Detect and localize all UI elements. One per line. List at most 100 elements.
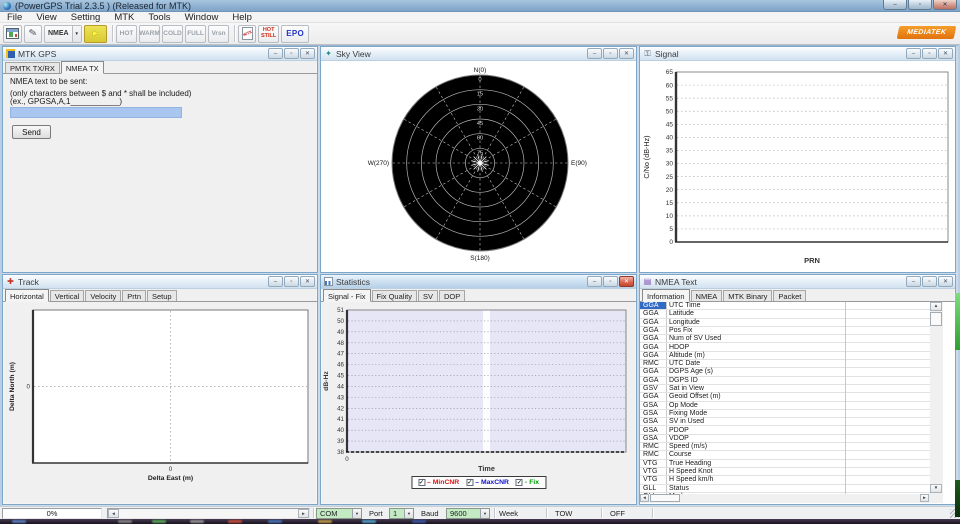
nmea-row[interactable]: GGADGPS Age (s) <box>640 368 930 376</box>
dropdown-arrow-icon[interactable]: ▼ <box>72 26 81 42</box>
scroll-right-button[interactable]: ► <box>298 509 309 518</box>
track-tab-vertical[interactable]: Vertical <box>50 290 85 301</box>
dropdown-arrow-icon[interactable]: ▼ <box>352 509 361 518</box>
close-button[interactable]: ✕ <box>933 0 957 10</box>
menu-item-view[interactable]: View <box>29 12 63 23</box>
com-port-select[interactable]: COM ▼ <box>316 508 362 519</box>
nmea-row[interactable]: GGADGPS ID <box>640 377 930 385</box>
statistics-close-button[interactable]: ✕ <box>619 276 634 287</box>
nmea-row[interactable]: RMCCourse <box>640 451 930 459</box>
toolbar-vrsn-button[interactable]: Vrsn <box>208 25 229 43</box>
track-restore-button[interactable]: ▫ <box>284 276 299 287</box>
menu-item-mtk[interactable]: MTK <box>107 12 141 23</box>
legend-checkbox[interactable]: ✓ <box>418 479 425 486</box>
nmea-text-tab-nmea[interactable]: NMEA <box>691 290 723 301</box>
scrollbar-thumb[interactable] <box>650 494 680 502</box>
track-close-button[interactable]: ✕ <box>300 276 315 287</box>
signal-titlebar[interactable]: ⚿ Signal –▫✕ <box>640 47 955 61</box>
connect-button[interactable]: ✎ <box>24 25 42 43</box>
scroll-left-icon[interactable]: ◄ <box>640 494 649 502</box>
sky-view-restore-button[interactable]: ▫ <box>603 48 618 59</box>
horizontal-scrollbar[interactable]: ◄► <box>640 494 930 503</box>
pmtk-file-button[interactable]: PMTK <box>238 25 256 43</box>
scroll-left-button[interactable]: ◄ <box>108 509 119 518</box>
nmea-row[interactable]: GSAVDOP <box>640 435 930 443</box>
nmea-text-tab-mtk-binary[interactable]: MTK Binary <box>723 290 772 301</box>
statistics-tab-sv[interactable]: SV <box>418 290 438 301</box>
minimize-button[interactable]: – <box>883 0 907 10</box>
nmea-row[interactable]: GLLStatus <box>640 485 930 493</box>
mtk-gps-tab-pmtk-tx-rx[interactable]: PMTK TX/RX <box>5 62 60 73</box>
nmea-text-tab-packet[interactable]: Packet <box>773 290 806 301</box>
mtk-gps-titlebar[interactable]: MTK GPS –▫✕ <box>3 47 317 61</box>
nmea-row[interactable]: RMCUTC Date <box>640 360 930 368</box>
nmea-text-input[interactable] <box>10 107 182 118</box>
sky-view-close-button[interactable]: ✕ <box>619 48 634 59</box>
send-button[interactable]: Send <box>12 125 51 139</box>
nmea-text-restore-button[interactable]: ▫ <box>922 276 937 287</box>
nmea-row[interactable]: RMCSpeed (m/s) <box>640 443 930 451</box>
mtk-gps-close-button[interactable]: ✕ <box>300 48 315 59</box>
nmea-row[interactable]: VTGTrue Heading <box>640 460 930 468</box>
nmea-text-tab-information[interactable]: Information <box>642 289 690 302</box>
nmea-row[interactable]: GGALongitude <box>640 319 930 327</box>
mtk-gps-tab-nmea-tx[interactable]: NMEA TX <box>61 61 104 74</box>
nmea-row[interactable]: GGAUTC Time <box>640 302 930 310</box>
toolbar-cold-button[interactable]: COLD <box>162 25 183 43</box>
track-minimize-button[interactable]: – <box>268 276 283 287</box>
port-number-select[interactable]: 1 ▼ <box>389 508 414 519</box>
toolbar-full-button[interactable]: FULL <box>185 25 206 43</box>
menu-item-file[interactable]: File <box>0 12 29 23</box>
statistics-tab-dop[interactable]: DOP <box>439 290 465 301</box>
track-titlebar[interactable]: ✚ Track –▫✕ <box>3 275 317 289</box>
scroll-down-icon[interactable]: ▼ <box>930 484 942 493</box>
epo-button[interactable]: EPO <box>281 25 309 43</box>
nmea-row[interactable]: GSAFixing Mode <box>640 410 930 418</box>
mtk-gps-minimize-button[interactable]: – <box>268 48 283 59</box>
dropdown-arrow-icon[interactable]: ▼ <box>404 509 413 518</box>
toolbar-warm-button[interactable]: WARM <box>139 25 160 43</box>
legend-checkbox[interactable]: ✓ <box>466 479 473 486</box>
statistics-titlebar[interactable]: Statistics –▫✕ <box>321 275 636 289</box>
nmea-row[interactable]: VTGH Speed km/h <box>640 476 930 484</box>
scroll-right-icon[interactable]: ► <box>920 494 929 502</box>
menu-item-window[interactable]: Window <box>178 12 226 23</box>
hot-still-button[interactable]: HOTSTILL <box>258 25 279 43</box>
scroll-up-icon[interactable]: ▲ <box>930 302 942 311</box>
protocol-select[interactable]: NMEA ▼ <box>44 25 82 43</box>
nmea-row[interactable]: GGAGeoid Offset (m) <box>640 393 930 401</box>
sky-view-titlebar[interactable]: ✦ Sky View –▫✕ <box>321 47 636 61</box>
legend-checkbox[interactable]: ✓ <box>516 479 523 486</box>
nmea-row[interactable]: GSVSat in View <box>640 385 930 393</box>
nmea-field-table[interactable]: GGAUTC TimeGGALatitudeGGALongitudeGGAPos… <box>640 302 930 494</box>
statistics-tab-signal-fix[interactable]: Signal - Fix <box>323 289 371 302</box>
nmea-text-minimize-button[interactable]: – <box>906 276 921 287</box>
nmea-row[interactable]: VTGH Speed Knot <box>640 468 930 476</box>
statistics-minimize-button[interactable]: – <box>587 276 602 287</box>
send-command-button[interactable]: ► <box>84 25 107 43</box>
dropdown-arrow-icon[interactable]: ▼ <box>480 509 489 518</box>
sky-view-minimize-button[interactable]: – <box>587 48 602 59</box>
scrollbar-thumb[interactable] <box>930 312 942 326</box>
menu-item-setting[interactable]: Setting <box>64 12 108 23</box>
view-windows-button[interactable] <box>3 25 22 43</box>
track-tab-horizontal[interactable]: Horizontal <box>5 289 49 302</box>
nmea-row[interactable]: GGANum of SV Used <box>640 335 930 343</box>
signal-restore-button[interactable]: ▫ <box>922 48 937 59</box>
status-scrollbar[interactable]: ◄ ► <box>107 508 310 519</box>
menu-item-help[interactable]: Help <box>225 12 259 23</box>
nmea-text-close-button[interactable]: ✕ <box>938 276 953 287</box>
track-tab-velocity[interactable]: Velocity <box>85 290 121 301</box>
nmea-row[interactable]: GGAPos Fix <box>640 327 930 335</box>
signal-close-button[interactable]: ✕ <box>938 48 953 59</box>
nmea-row[interactable]: GGAAltitude (m) <box>640 352 930 360</box>
vertical-scrollbar[interactable]: ▲▼ <box>930 302 943 494</box>
maximize-button[interactable]: ▫ <box>908 0 932 10</box>
statistics-restore-button[interactable]: ▫ <box>603 276 618 287</box>
nmea-row[interactable]: GGALatitude <box>640 310 930 318</box>
statistics-tab-fix-quality[interactable]: Fix Quality <box>372 290 417 301</box>
baud-rate-select[interactable]: 9600 ▼ <box>446 508 490 519</box>
toolbar-hot-button[interactable]: HOT <box>116 25 137 43</box>
app-titlebar[interactable]: (PowerGPS Trial 2.3.5 ) (Released for MT… <box>0 0 960 12</box>
signal-minimize-button[interactable]: – <box>906 48 921 59</box>
